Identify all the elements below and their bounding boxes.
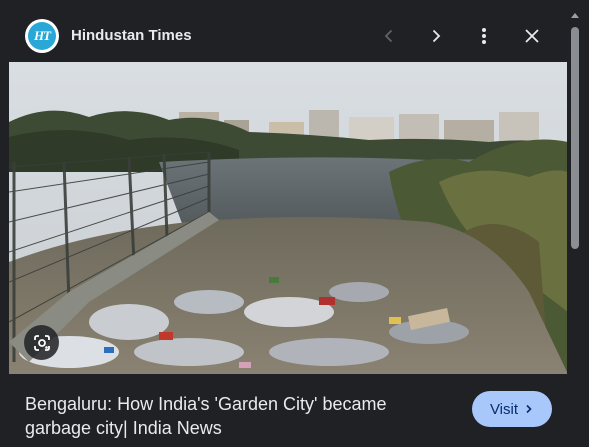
visit-button[interactable]: Visit (472, 391, 552, 427)
chevron-left-icon (384, 29, 393, 43)
google-lens-button[interactable] (24, 325, 59, 360)
chevron-right-icon (432, 29, 441, 43)
ht-logo-icon: HT (28, 22, 56, 50)
previous-button[interactable] (375, 22, 403, 50)
chevron-right-icon (526, 404, 532, 414)
source-name[interactable]: Hindustan Times (71, 27, 192, 44)
close-icon (525, 29, 539, 43)
image-preview-panel: HT Hindustan Times Bengaluru: How India'… (0, 0, 568, 447)
panel-header: HT Hindustan Times (0, 0, 567, 62)
scroll-up-arrow-icon[interactable] (571, 13, 579, 18)
google-lens-icon (33, 334, 50, 351)
logo-text: HT (33, 28, 51, 43)
result-title[interactable]: Bengaluru: How India's 'Garden City' bec… (25, 392, 445, 440)
next-button[interactable] (422, 22, 450, 50)
more-options-button[interactable] (470, 22, 498, 50)
visit-label: Visit (489, 400, 519, 418)
preview-image[interactable] (9, 62, 568, 374)
source-logo[interactable]: HT (25, 19, 59, 53)
scrollbar-thumb[interactable] (571, 27, 579, 249)
lake-garbage-photo (9, 62, 568, 374)
close-button[interactable] (518, 22, 546, 50)
more-vert-icon (482, 28, 486, 44)
